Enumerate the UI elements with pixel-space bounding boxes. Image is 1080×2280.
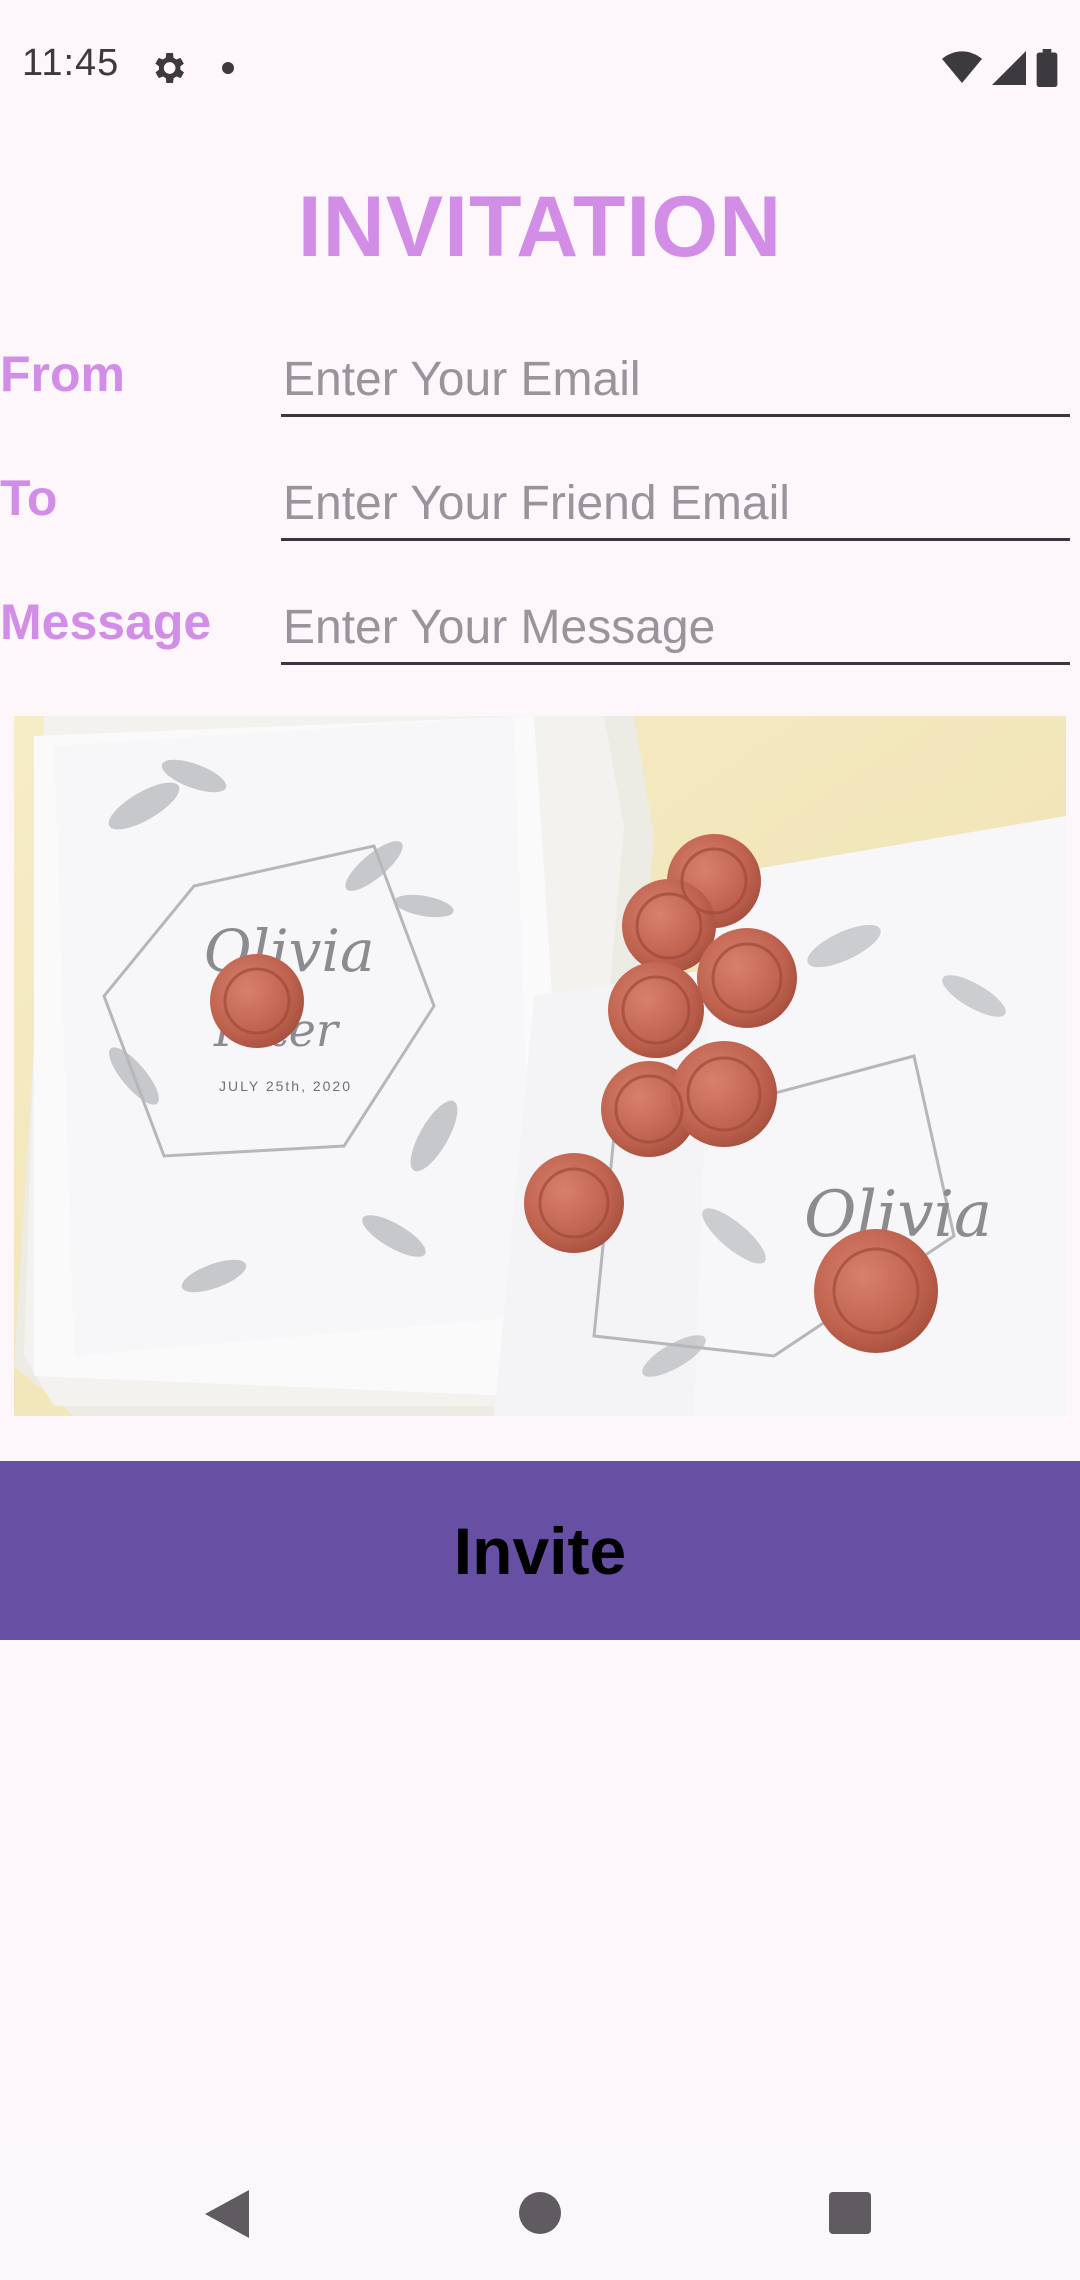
battery-icon — [1036, 49, 1058, 87]
from-email-input[interactable] — [281, 335, 1070, 417]
notification-dot-icon — [222, 62, 234, 74]
status-icons — [942, 48, 1058, 88]
to-row: To — [0, 459, 1080, 559]
status-time: 11:45 — [22, 42, 120, 84]
wifi-icon — [942, 51, 982, 83]
invitation-image: Olivia Peter JULY 25th, 2020 Olivia — [14, 716, 1066, 1416]
from-row: From — [0, 335, 1080, 435]
to-label: To — [0, 470, 58, 526]
status-bar: 11:45 — [0, 0, 1080, 135]
message-input[interactable] — [281, 583, 1070, 665]
message-row: Message — [0, 583, 1080, 683]
navigation-bar — [0, 2146, 1080, 2280]
message-label: Message — [0, 594, 212, 650]
back-icon[interactable] — [205, 2190, 249, 2238]
signal-icon — [992, 51, 1026, 85]
card-date-text: JULY 25th, 2020 — [219, 1078, 352, 1094]
page-title: INVITATION — [297, 179, 783, 275]
to-email-input[interactable] — [281, 459, 1070, 541]
invite-button[interactable]: Invite — [0, 1461, 1080, 1640]
invitation-photo: Olivia Peter JULY 25th, 2020 Olivia — [14, 716, 1066, 1416]
from-label: From — [0, 346, 125, 402]
home-icon[interactable] — [519, 2192, 561, 2234]
recents-icon[interactable] — [829, 2192, 871, 2234]
gear-icon — [155, 53, 184, 83]
